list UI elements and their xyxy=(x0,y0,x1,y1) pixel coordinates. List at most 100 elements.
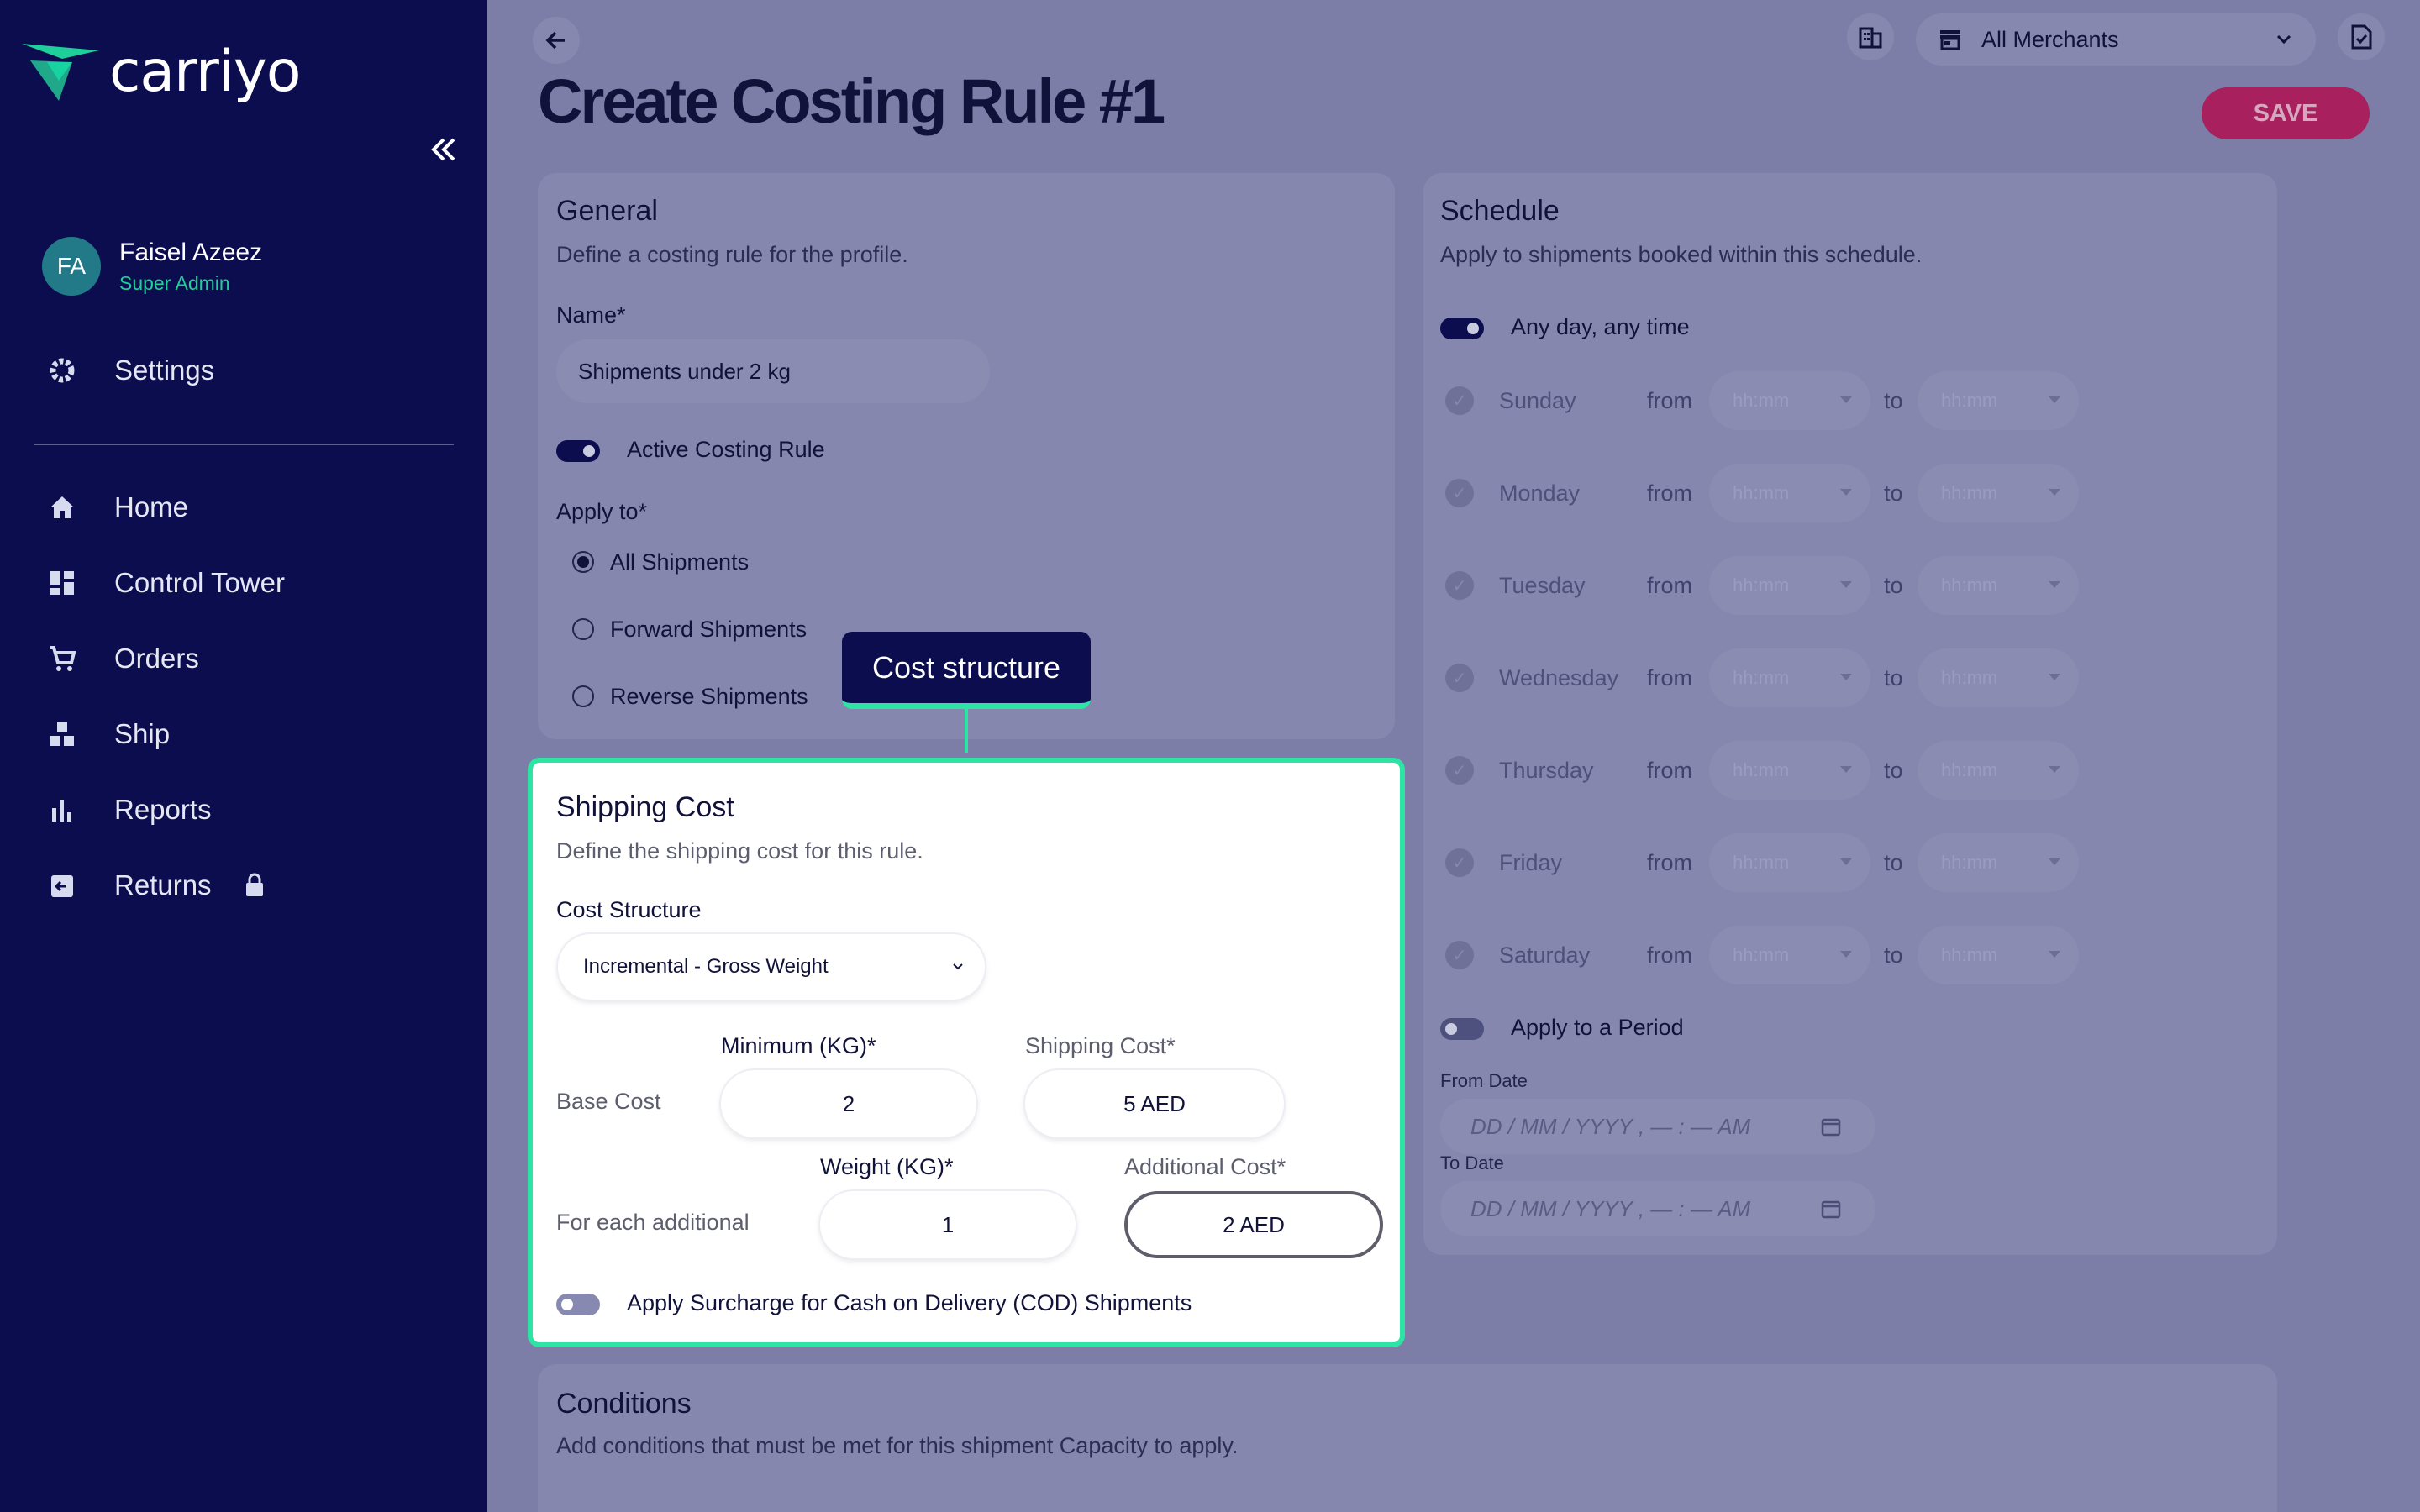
calendar-icon[interactable] xyxy=(1820,1116,1842,1137)
sidebar-item-returns[interactable]: Returns xyxy=(47,869,266,901)
radio-forward-shipments[interactable] xyxy=(572,618,594,640)
home-icon xyxy=(50,496,74,518)
collapse-sidebar-icon[interactable] xyxy=(427,133,460,166)
from-label: from xyxy=(1647,573,1692,598)
sidebar-item-label: Home xyxy=(114,491,189,522)
save-button[interactable]: SAVE xyxy=(2202,87,2370,139)
bar-chart-icon xyxy=(52,800,71,822)
from-time-select[interactable]: hh:mm xyxy=(1709,648,1870,707)
from-time-select[interactable]: hh:mm xyxy=(1709,371,1870,430)
caret-down-icon xyxy=(1840,766,1852,773)
document-button[interactable] xyxy=(2338,13,2385,60)
apply-to-label: Apply to* xyxy=(556,499,648,524)
user-name: Faisel Azeez xyxy=(119,238,263,266)
to-time-select[interactable]: hh:mm xyxy=(1918,833,2079,892)
sidebar-item-label: Control Tower xyxy=(114,567,285,598)
caret-down-icon xyxy=(1840,674,1852,680)
base-cost-label: Base Cost xyxy=(556,1089,661,1114)
caret-down-icon xyxy=(2049,674,2060,680)
cost-structure-select[interactable]: Incremental - Gross Weight xyxy=(558,934,985,1000)
day-checkbox-sunday[interactable]: ✓ xyxy=(1445,386,1474,415)
to-label: to xyxy=(1884,665,1903,690)
to-label: to xyxy=(1884,942,1903,968)
merchant-select-value: All Merchants xyxy=(1981,26,2119,52)
weight-kg-input[interactable]: 1 xyxy=(820,1191,1076,1258)
from-label: from xyxy=(1647,665,1692,690)
from-date-input[interactable]: DD / MM / YYYY , — : — AM xyxy=(1440,1099,1876,1154)
from-time-select[interactable]: hh:mm xyxy=(1709,741,1870,800)
to-time-select[interactable]: hh:mm xyxy=(1918,556,2079,615)
name-input[interactable]: Shipments under 2 kg xyxy=(556,339,990,403)
day-label: Monday xyxy=(1499,480,1581,506)
to-label: to xyxy=(1884,573,1903,598)
brand-name: carriyo xyxy=(109,39,302,105)
minimum-kg-input[interactable]: 2 xyxy=(721,1070,976,1137)
day-checkbox-tuesday[interactable]: ✓ xyxy=(1445,571,1474,600)
sidebar-item-label: Returns xyxy=(114,869,212,900)
apply-period-toggle[interactable] xyxy=(1440,1018,1484,1040)
user-profile[interactable]: FA Faisel Azeez Super Admin xyxy=(42,237,262,296)
gear-icon xyxy=(50,358,75,383)
from-label: from xyxy=(1647,388,1692,413)
caret-down-icon xyxy=(1840,951,1852,958)
day-checkbox-monday[interactable]: ✓ xyxy=(1445,479,1474,507)
from-date-label: From Date xyxy=(1440,1070,1528,1091)
to-time-select[interactable]: hh:mm xyxy=(1918,371,2079,430)
logo[interactable]: carriyo xyxy=(22,39,302,105)
cod-surcharge-toggle[interactable] xyxy=(556,1294,600,1315)
merchant-select[interactable]: All Merchants xyxy=(1916,13,2316,66)
sidebar-divider xyxy=(34,444,454,445)
to-time-select[interactable]: hh:mm xyxy=(1918,464,2079,522)
dashboard-icon xyxy=(50,571,74,595)
from-time-select[interactable]: hh:mm xyxy=(1709,556,1870,615)
from-time-select[interactable]: hh:mm xyxy=(1709,833,1870,892)
day-checkbox-thursday[interactable]: ✓ xyxy=(1445,756,1474,785)
sidebar-item-settings[interactable]: Settings xyxy=(47,354,214,386)
shipping-cost-input[interactable]: 5 AED xyxy=(1025,1070,1284,1137)
day-label: Saturday xyxy=(1499,942,1591,968)
option-forward-shipments: Forward Shipments xyxy=(610,617,808,642)
to-time-select[interactable]: hh:mm xyxy=(1918,926,2079,984)
calendar-icon[interactable] xyxy=(1820,1198,1842,1220)
active-costing-rule-toggle[interactable] xyxy=(556,440,600,462)
caret-down-icon xyxy=(2049,581,2060,588)
sidebar-item-control-tower[interactable]: Control Tower xyxy=(47,567,285,599)
day-checkbox-saturday[interactable]: ✓ xyxy=(1445,941,1474,969)
chevron-down-icon xyxy=(2276,34,2291,45)
for-each-additional-label: For each additional xyxy=(556,1210,750,1235)
sidebar-item-reports[interactable]: Reports xyxy=(47,794,212,826)
shipping-cost-title: Shipping Cost xyxy=(556,791,734,823)
day-checkbox-wednesday[interactable]: ✓ xyxy=(1445,664,1474,692)
to-label: to xyxy=(1884,758,1903,783)
to-time-select[interactable]: hh:mm xyxy=(1918,648,2079,707)
back-button[interactable] xyxy=(533,17,580,64)
additional-cost-input[interactable]: 2 AED xyxy=(1124,1191,1383,1258)
caret-down-icon xyxy=(2049,489,2060,496)
conditions-subtitle: Add conditions that must be met for this… xyxy=(556,1433,1239,1458)
day-label: Wednesday xyxy=(1499,665,1619,690)
cost-structure-value: Incremental - Gross Weight xyxy=(583,955,829,978)
to-date-input[interactable]: DD / MM / YYYY , — : — AM xyxy=(1440,1181,1876,1236)
organization-button[interactable] xyxy=(1847,13,1894,60)
sidebar-item-orders[interactable]: Orders xyxy=(47,643,199,675)
any-time-label: Any day, any time xyxy=(1511,314,1690,339)
carriyo-logo-icon xyxy=(22,43,99,101)
page-title: Create Costing Rule #1 xyxy=(538,66,1165,136)
returns-icon xyxy=(51,875,73,897)
from-time-select[interactable]: hh:mm xyxy=(1709,464,1870,522)
any-time-toggle[interactable] xyxy=(1440,318,1484,339)
tooltip-connector xyxy=(965,709,968,753)
option-reverse-shipments: Reverse Shipments xyxy=(610,684,808,709)
ship-icon xyxy=(50,722,74,746)
day-label: Friday xyxy=(1499,850,1563,875)
avatar: FA xyxy=(42,237,101,296)
sidebar-item-ship[interactable]: Ship xyxy=(47,718,170,750)
radio-reverse-shipments[interactable] xyxy=(572,685,594,707)
active-costing-rule-label: Active Costing Rule xyxy=(627,437,825,462)
name-label: Name* xyxy=(556,302,626,328)
to-time-select[interactable]: hh:mm xyxy=(1918,741,2079,800)
sidebar-item-home[interactable]: Home xyxy=(47,491,188,523)
from-time-select[interactable]: hh:mm xyxy=(1709,926,1870,984)
radio-all-shipments[interactable] xyxy=(572,551,594,573)
day-checkbox-friday[interactable]: ✓ xyxy=(1445,848,1474,877)
